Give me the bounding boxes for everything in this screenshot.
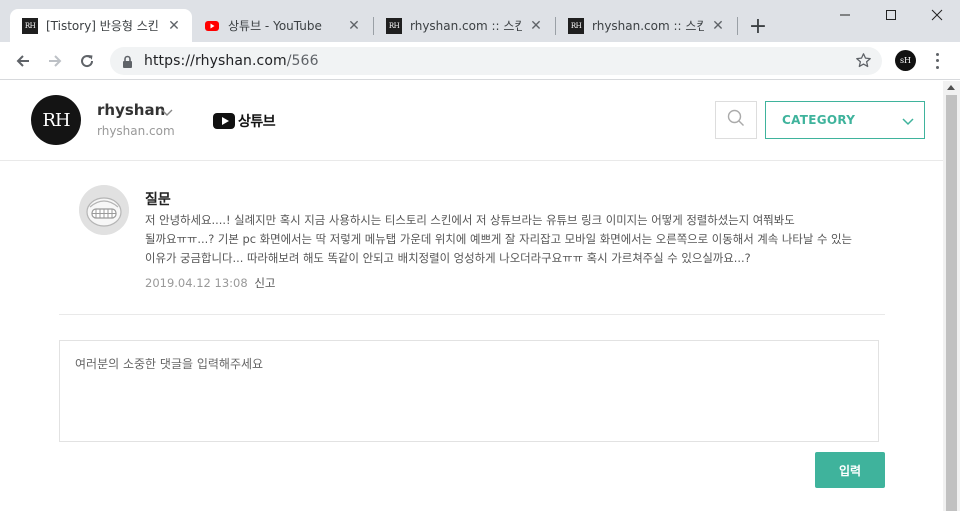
browser-menu-icon[interactable]	[928, 51, 946, 71]
site-logo[interactable]: RH	[31, 95, 81, 145]
tab-title: rhyshan.com :: 스킨편	[592, 19, 704, 33]
report-link[interactable]: 신고	[254, 276, 275, 290]
blog-name[interactable]: rhyshan	[97, 101, 165, 119]
close-tab-icon[interactable]: ✕	[346, 18, 362, 34]
comment-meta: 2019.04.12 13:08 신고	[145, 275, 275, 291]
tab-strip: RH [Tistory] 반응형 스킨 S ✕ 상튜브 - YouTube ✕ …	[0, 0, 960, 42]
youtube-channel-link[interactable]: 상튜브	[213, 111, 276, 131]
tab-title: 상튜브 - YouTube	[228, 19, 322, 33]
site-header: RH rhyshan rhyshan.com 상튜브 CATEGORY	[0, 81, 943, 161]
address-bar[interactable]: https://rhyshan.com/566	[110, 47, 882, 75]
commenter-avatar	[79, 185, 129, 235]
comment-input[interactable]	[60, 341, 878, 441]
search-icon	[727, 109, 745, 131]
youtube-favicon-icon	[204, 18, 220, 34]
comment-author: 질문	[145, 192, 171, 208]
page-scrollbar[interactable]	[943, 81, 960, 511]
page-viewport: RH rhyshan rhyshan.com 상튜브 CATEGORY 질문 저…	[0, 81, 943, 511]
close-tab-icon[interactable]: ✕	[528, 18, 544, 34]
minimize-icon[interactable]	[822, 0, 868, 30]
browser-tab[interactable]: RH rhyshan.com :: 스킨편 ✕	[374, 9, 554, 42]
comment-text: 저 안녕하세요....! 실례지만 혹시 지금 사용하시는 티스토리 스킨에서 …	[145, 213, 853, 265]
rh-favicon-icon: RH	[568, 17, 584, 34]
back-icon[interactable]	[9, 47, 37, 75]
rh-favicon-icon: RH	[386, 17, 402, 34]
chevron-down-icon[interactable]	[161, 102, 173, 121]
youtube-channel-label: 상튜브	[238, 114, 276, 130]
youtube-play-icon	[213, 113, 235, 129]
search-button[interactable]	[715, 101, 757, 139]
close-tab-icon[interactable]: ✕	[166, 18, 182, 34]
comment-form	[59, 340, 879, 442]
reload-icon[interactable]	[73, 47, 101, 75]
url-host: https://rhyshan.com	[144, 53, 287, 69]
maximize-icon[interactable]	[868, 0, 914, 30]
browser-tab[interactable]: RH [Tistory] 반응형 스킨 S ✕	[10, 9, 192, 42]
category-label: CATEGORY	[782, 113, 856, 127]
scroll-up-icon[interactable]	[947, 85, 955, 90]
submit-comment-button[interactable]: 입력	[815, 452, 885, 488]
browser-tab[interactable]: RH rhyshan.com :: 스킨편 ✕	[556, 9, 736, 42]
tab-separator	[737, 17, 738, 35]
chevron-down-icon	[902, 111, 914, 130]
forward-icon[interactable]	[41, 47, 69, 75]
bookmark-star-icon[interactable]	[855, 52, 872, 73]
browser-tab[interactable]: 상튜브 - YouTube ✕	[192, 9, 372, 42]
rh-favicon-icon: RH	[22, 17, 38, 34]
browser-toolbar: https://rhyshan.com/566 sH	[0, 42, 960, 80]
lock-icon	[122, 54, 133, 73]
url-text: https://rhyshan.com/566	[144, 53, 319, 69]
blog-url[interactable]: rhyshan.com	[97, 124, 175, 138]
tab-title: [Tistory] 반응형 스킨 S	[46, 19, 160, 33]
divider	[59, 314, 885, 315]
tab-title: rhyshan.com :: 스킨편	[410, 19, 522, 33]
category-dropdown[interactable]: CATEGORY	[765, 101, 925, 139]
scroll-thumb[interactable]	[946, 95, 957, 511]
comment-timestamp: 2019.04.12 13:08	[145, 276, 248, 290]
close-window-icon[interactable]	[914, 0, 960, 30]
new-tab-icon[interactable]: +	[746, 14, 770, 39]
close-tab-icon[interactable]: ✕	[710, 18, 726, 34]
profile-avatar[interactable]: sH	[895, 50, 916, 71]
url-path: /566	[286, 53, 319, 69]
